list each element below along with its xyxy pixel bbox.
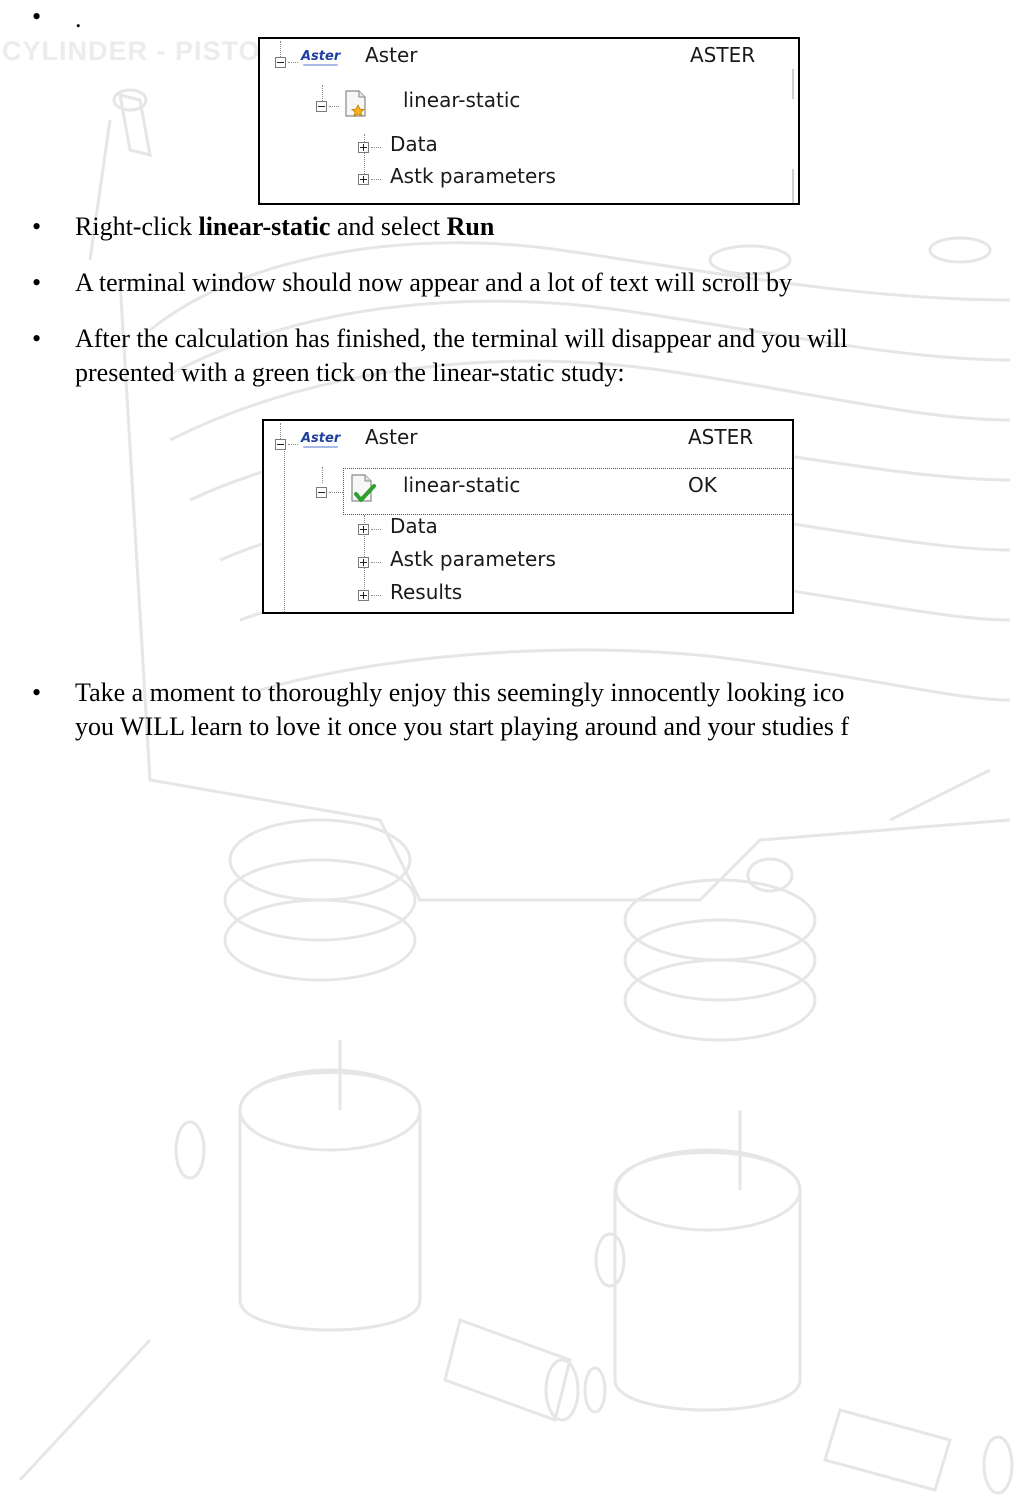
- aster-logo-icon: Aster: [301, 431, 341, 448]
- scrollbar[interactable]: [792, 169, 794, 203]
- tree-item-astk-parameters[interactable]: Astk parameters: [390, 164, 556, 188]
- bullet-enjoy-line2: you WILL learn to love it once you start…: [75, 712, 850, 741]
- bullet-text-fragment: and select: [330, 212, 447, 241]
- bullet-bold-run: Run: [446, 212, 495, 241]
- collapse-icon[interactable]: [316, 487, 327, 498]
- tree-connector: [288, 62, 298, 63]
- tree-connector: [371, 529, 381, 530]
- tree-study-label[interactable]: linear-static: [403, 473, 520, 497]
- tree-item-results[interactable]: Results: [390, 580, 462, 604]
- aster-logo-icon: Aster: [301, 49, 341, 66]
- tree-item-astk-parameters[interactable]: Astk parameters: [390, 547, 556, 571]
- tree-connector: [322, 467, 323, 483]
- tree-item-data[interactable]: Data: [390, 132, 438, 156]
- bullet-text-fragment: .: [75, 4, 82, 33]
- tree-connector: [284, 451, 285, 612]
- bullet-marker: •: [32, 212, 42, 241]
- bullet-marker: •: [32, 268, 42, 297]
- bullet-bold-study-name: linear-static: [198, 212, 331, 241]
- collapse-icon[interactable]: [316, 101, 327, 112]
- tree-connector: [329, 492, 343, 493]
- bullet-after-line1: After the calculation has finished, the …: [75, 324, 848, 353]
- scrollbar[interactable]: [792, 69, 794, 99]
- bullet-terminal: A terminal window should now appear and …: [75, 268, 793, 297]
- watermark-text: CYLINDER - PISTON: [2, 36, 282, 66]
- tree-root-status: ASTER: [690, 43, 756, 67]
- bullet-marker: •: [32, 678, 42, 707]
- expand-icon[interactable]: [358, 590, 369, 601]
- tree-study-status: OK: [688, 473, 717, 497]
- tree-connector: [329, 106, 339, 107]
- tree-connector: [371, 147, 381, 148]
- document-star-icon: [345, 90, 366, 117]
- bullet-enjoy-line1: Take a moment to thoroughly enjoy this s…: [75, 678, 845, 707]
- tree-connector: [322, 85, 323, 101]
- bullet-run-instruction: Right-click linear-static and select Run: [75, 210, 494, 244]
- tree-connector: [371, 562, 381, 563]
- tree-connector: [371, 179, 381, 180]
- tree-screenshot-before: Aster Aster ASTER linear-static Data Ast…: [258, 37, 800, 205]
- tree-connector: [371, 595, 381, 596]
- tree-connector: [280, 41, 281, 57]
- tree-study-label[interactable]: linear-static: [403, 88, 520, 112]
- tree-root-label[interactable]: Aster: [365, 425, 417, 449]
- tree-root-label[interactable]: Aster: [365, 43, 417, 67]
- bullet-text-fragment: Right-click: [75, 212, 199, 241]
- tree-connector: [288, 444, 298, 445]
- tree-root-status: ASTER: [688, 425, 754, 449]
- expand-icon[interactable]: [358, 557, 369, 568]
- bullet-after-line2: presented with a green tick on the linea…: [75, 358, 625, 387]
- bullet-marker: •: [32, 324, 42, 353]
- tree-screenshot-after: Aster Aster ASTER linear-static OK Data …: [262, 419, 794, 614]
- tree-connector: [280, 423, 281, 439]
- expand-icon[interactable]: [358, 524, 369, 535]
- bullet-marker: •: [32, 2, 42, 31]
- tree-item-data[interactable]: Data: [390, 514, 438, 538]
- expand-icon[interactable]: [358, 142, 369, 153]
- document-checkmark-icon: [351, 474, 376, 502]
- collapse-icon[interactable]: [275, 439, 286, 450]
- collapse-icon[interactable]: [275, 57, 286, 68]
- expand-icon[interactable]: [358, 174, 369, 185]
